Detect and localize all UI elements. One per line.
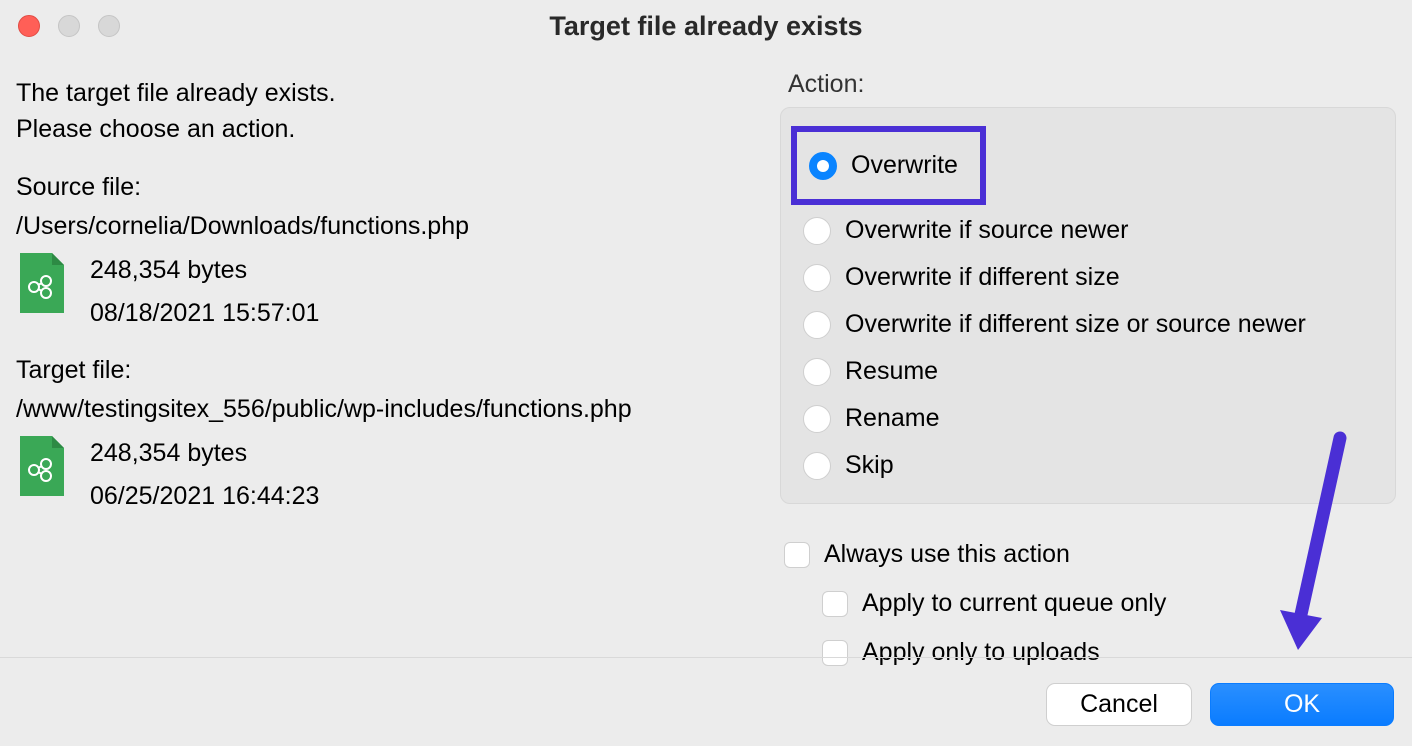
- target-label: Target file:: [16, 356, 760, 385]
- right-panel: Action: Overwrite Overwrite if source ne…: [780, 70, 1396, 677]
- radio-label: Overwrite if different size or source ne…: [845, 310, 1306, 339]
- traffic-lights: [18, 15, 120, 37]
- file-icon: [16, 253, 64, 313]
- file-icon: [16, 436, 64, 496]
- target-fileinfo: 248,354 bytes 06/25/2021 16:44:23: [16, 432, 760, 517]
- intro-line1: The target file already exists.: [16, 76, 760, 112]
- radio-rename[interactable]: Rename: [799, 395, 1377, 442]
- intro-text: The target file already exists. Please c…: [16, 76, 760, 147]
- target-date: 06/25/2021 16:44:23: [90, 475, 319, 518]
- check-label: Apply to current queue only: [862, 589, 1166, 618]
- checks-group: Always use this action Apply to current …: [780, 530, 1396, 677]
- radio-skip[interactable]: Skip: [799, 442, 1377, 489]
- checkbox-icon[interactable]: [822, 640, 848, 666]
- radio-icon[interactable]: [803, 405, 831, 433]
- source-fileinfo: 248,354 bytes 08/18/2021 15:57:01: [16, 249, 760, 334]
- radio-overwrite-size[interactable]: Overwrite if different size: [799, 254, 1377, 301]
- source-path: /Users/cornelia/Downloads/functions.php: [16, 212, 760, 241]
- radio-label: Skip: [845, 451, 894, 480]
- target-meta: 248,354 bytes 06/25/2021 16:44:23: [90, 432, 319, 517]
- radio-icon[interactable]: [803, 311, 831, 339]
- target-path: /www/testingsitex_556/public/wp-includes…: [16, 395, 760, 424]
- radio-resume[interactable]: Resume: [799, 348, 1377, 395]
- target-size: 248,354 bytes: [90, 432, 319, 475]
- action-label: Action:: [788, 70, 1396, 99]
- radio-icon[interactable]: [803, 217, 831, 245]
- radio-label: Overwrite if source newer: [845, 216, 1128, 245]
- footer-buttons: Cancel OK: [1046, 683, 1394, 726]
- radio-overwrite-newer[interactable]: Overwrite if source newer: [799, 207, 1377, 254]
- check-label: Apply only to uploads: [862, 638, 1100, 667]
- minimize-icon: [58, 15, 80, 37]
- radio-label: Overwrite: [851, 151, 958, 180]
- source-meta: 248,354 bytes 08/18/2021 15:57:01: [90, 249, 319, 334]
- source-label: Source file:: [16, 173, 760, 202]
- footer-divider: [0, 657, 1412, 658]
- check-apply-queue[interactable]: Apply to current queue only: [818, 579, 1396, 628]
- ok-button[interactable]: OK: [1210, 683, 1394, 726]
- highlight-overwrite: Overwrite: [791, 126, 986, 205]
- maximize-icon: [98, 15, 120, 37]
- source-date: 08/18/2021 15:57:01: [90, 292, 319, 335]
- radio-label: Rename: [845, 404, 940, 433]
- titlebar: Target file already exists: [0, 0, 1412, 52]
- radio-icon[interactable]: [803, 358, 831, 386]
- radio-label: Resume: [845, 357, 938, 386]
- intro-line2: Please choose an action.: [16, 112, 760, 148]
- close-icon[interactable]: [18, 15, 40, 37]
- radio-icon[interactable]: [803, 264, 831, 292]
- check-always-use[interactable]: Always use this action: [780, 530, 1396, 579]
- source-size: 248,354 bytes: [90, 249, 319, 292]
- action-box: Overwrite Overwrite if source newer Over…: [780, 107, 1396, 504]
- radio-overwrite-size-newer[interactable]: Overwrite if different size or source ne…: [799, 301, 1377, 348]
- radio-overwrite[interactable]: Overwrite: [805, 142, 962, 189]
- radio-icon[interactable]: [809, 152, 837, 180]
- left-panel: The target file already exists. Please c…: [16, 70, 760, 677]
- checkbox-icon[interactable]: [822, 591, 848, 617]
- radio-label: Overwrite if different size: [845, 263, 1120, 292]
- radio-icon[interactable]: [803, 452, 831, 480]
- window-title: Target file already exists: [0, 11, 1412, 42]
- dialog-content: The target file already exists. Please c…: [0, 52, 1412, 677]
- cancel-button[interactable]: Cancel: [1046, 683, 1192, 726]
- checkbox-icon[interactable]: [784, 542, 810, 568]
- check-apply-uploads[interactable]: Apply only to uploads: [818, 628, 1396, 677]
- check-label: Always use this action: [824, 540, 1070, 569]
